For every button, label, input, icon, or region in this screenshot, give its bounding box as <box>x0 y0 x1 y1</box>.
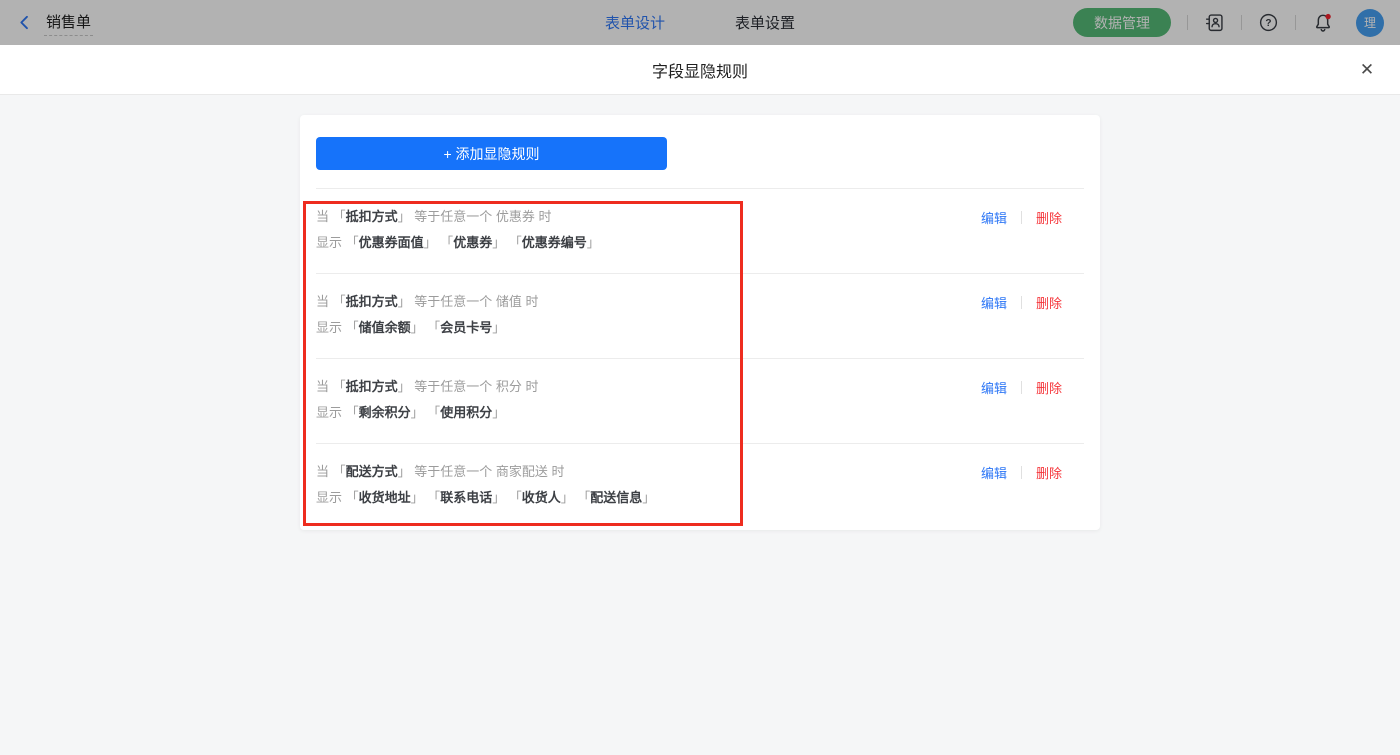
condition-field: 抵扣方式 <box>345 209 398 224</box>
rule-text: 当 「抵扣方式」 等于任意一个 优惠券 时 显示 「优惠券面值」 「优惠券」 「优惠… <box>316 204 610 256</box>
rule-edit-button[interactable]: 编辑 <box>981 208 1007 227</box>
user-avatar[interactable]: 理 <box>1356 8 1384 37</box>
question-mark: ? <box>1265 18 1271 29</box>
shown-field: 「收货人」 <box>515 490 574 505</box>
topbar-tabs: 表单设计 表单设置 <box>605 0 795 45</box>
shown-field: 「剩余积分」 <box>345 405 424 420</box>
page: 销售单 表单设计 表单设置 数据管理 ? 理 字段显隐规则 ✕ + 添加显隐规则… <box>0 0 1400 755</box>
divider <box>1295 15 1296 30</box>
close-icon[interactable]: ✕ <box>1356 60 1378 80</box>
rule-condition: 当 「抵扣方式」 等于任意一个 积分 时 <box>316 379 539 394</box>
action-divider <box>1020 210 1022 224</box>
modal-title: 字段显隐规则 <box>651 63 748 81</box>
shown-field: 「优惠券」 <box>446 235 506 250</box>
modal-body: + 添加显隐规则 当 「抵扣方式」 等于任意一个 优惠券 时 显示 「优惠券面值… <box>0 95 1400 755</box>
rule-display: 显示 「剩余积分」 「使用积分」 <box>316 405 506 420</box>
topbar: 销售单 表单设计 表单设置 数据管理 ? 理 <box>0 0 1400 45</box>
shown-field: 「收货地址」 <box>345 490 424 505</box>
shown-field: 「储值余额」 <box>345 320 424 335</box>
rule-condition: 当 「抵扣方式」 等于任意一个 优惠券 时 <box>316 209 552 224</box>
rule-row: 当 「抵扣方式」 等于任意一个 优惠券 时 显示 「优惠券面值」 「优惠券」 「优惠… <box>316 188 1084 273</box>
rule-delete-button[interactable]: 删除 <box>1036 463 1062 482</box>
tab-form-settings[interactable]: 表单设置 <box>735 12 795 33</box>
rule-condition: 当 「抵扣方式」 等于任意一个 储值 时 <box>316 294 539 309</box>
shown-field: 「使用积分」 <box>433 405 506 420</box>
chevron-left-icon <box>20 15 28 30</box>
modal-header: 字段显隐规则 ✕ <box>0 45 1400 95</box>
data-manage-button[interactable]: 数据管理 <box>1073 8 1171 37</box>
rule-row: 当 「抵扣方式」 等于任意一个 积分 时 显示 「剩余积分」 「使用积分」 编辑 … <box>316 358 1084 443</box>
rules-list: 当 「抵扣方式」 等于任意一个 优惠券 时 显示 「优惠券面值」 「优惠券」 「优惠… <box>316 188 1084 528</box>
shown-field: 「会员卡号」 <box>433 320 506 335</box>
rule-actions: 编辑 删除 <box>981 289 1084 315</box>
form-title[interactable]: 销售单 <box>44 10 94 36</box>
rule-actions: 编辑 删除 <box>981 459 1084 485</box>
shown-field: 「联系电话」 <box>433 490 506 505</box>
shown-field: 「优惠券编号」 <box>515 235 600 250</box>
rule-edit-button[interactable]: 编辑 <box>981 463 1007 482</box>
rule-actions: 编辑 删除 <box>981 374 1084 400</box>
rule-text: 当 「抵扣方式」 等于任意一个 储值 时 显示 「储值余额」 「会员卡号」 <box>316 289 538 341</box>
rule-delete-button[interactable]: 删除 <box>1036 378 1062 397</box>
help-icon[interactable]: ? <box>1258 12 1279 33</box>
rule-edit-button[interactable]: 编辑 <box>981 293 1007 312</box>
notification-bell-icon[interactable] <box>1312 12 1334 34</box>
divider <box>1187 15 1188 30</box>
rule-text: 当 「抵扣方式」 等于任意一个 积分 时 显示 「剩余积分」 「使用积分」 <box>316 374 538 426</box>
rule-display: 显示 「储值余额」 「会员卡号」 <box>316 320 506 335</box>
contacts-icon[interactable] <box>1204 12 1225 33</box>
action-divider <box>1020 380 1022 394</box>
rule-actions: 编辑 删除 <box>981 204 1084 230</box>
action-divider <box>1020 465 1022 479</box>
action-divider <box>1020 295 1022 309</box>
topbar-right: 数据管理 ? 理 <box>1073 8 1384 37</box>
rule-text: 当 「配送方式」 等于任意一个 商家配送 时 显示 「收货地址」 「联系电话」 「收… <box>316 459 665 511</box>
rule-display: 显示 「收货地址」 「联系电话」 「收货人」 「配送信息」 <box>316 490 656 505</box>
tab-form-design[interactable]: 表单设计 <box>605 12 665 33</box>
rule-condition: 当 「配送方式」 等于任意一个 商家配送 时 <box>316 464 565 479</box>
back-button[interactable] <box>16 14 33 31</box>
condition-field: 抵扣方式 <box>345 379 398 394</box>
rule-row: 当 「抵扣方式」 等于任意一个 储值 时 显示 「储值余额」 「会员卡号」 编辑 … <box>316 273 1084 358</box>
rules-card: + 添加显隐规则 当 「抵扣方式」 等于任意一个 优惠券 时 显示 「优惠券面值… <box>300 115 1100 530</box>
condition-field: 配送方式 <box>345 464 398 479</box>
rule-delete-button[interactable]: 删除 <box>1036 208 1062 227</box>
shown-field: 「优惠券面值」 <box>345 235 437 250</box>
add-rule-button[interactable]: + 添加显隐规则 <box>316 137 667 170</box>
topbar-left: 销售单 <box>16 10 94 36</box>
condition-field: 抵扣方式 <box>345 294 398 309</box>
rule-delete-button[interactable]: 删除 <box>1036 293 1062 312</box>
rule-edit-button[interactable]: 编辑 <box>981 378 1007 397</box>
rule-row: 当 「配送方式」 等于任意一个 商家配送 时 显示 「收货地址」 「联系电话」 「收… <box>316 443 1084 528</box>
rule-display: 显示 「优惠券面值」 「优惠券」 「优惠券编号」 <box>316 235 600 250</box>
notification-badge <box>1325 13 1331 19</box>
divider <box>1241 15 1242 30</box>
shown-field: 「配送信息」 <box>583 490 656 505</box>
add-rule-row: + 添加显隐规则 <box>300 115 1100 188</box>
